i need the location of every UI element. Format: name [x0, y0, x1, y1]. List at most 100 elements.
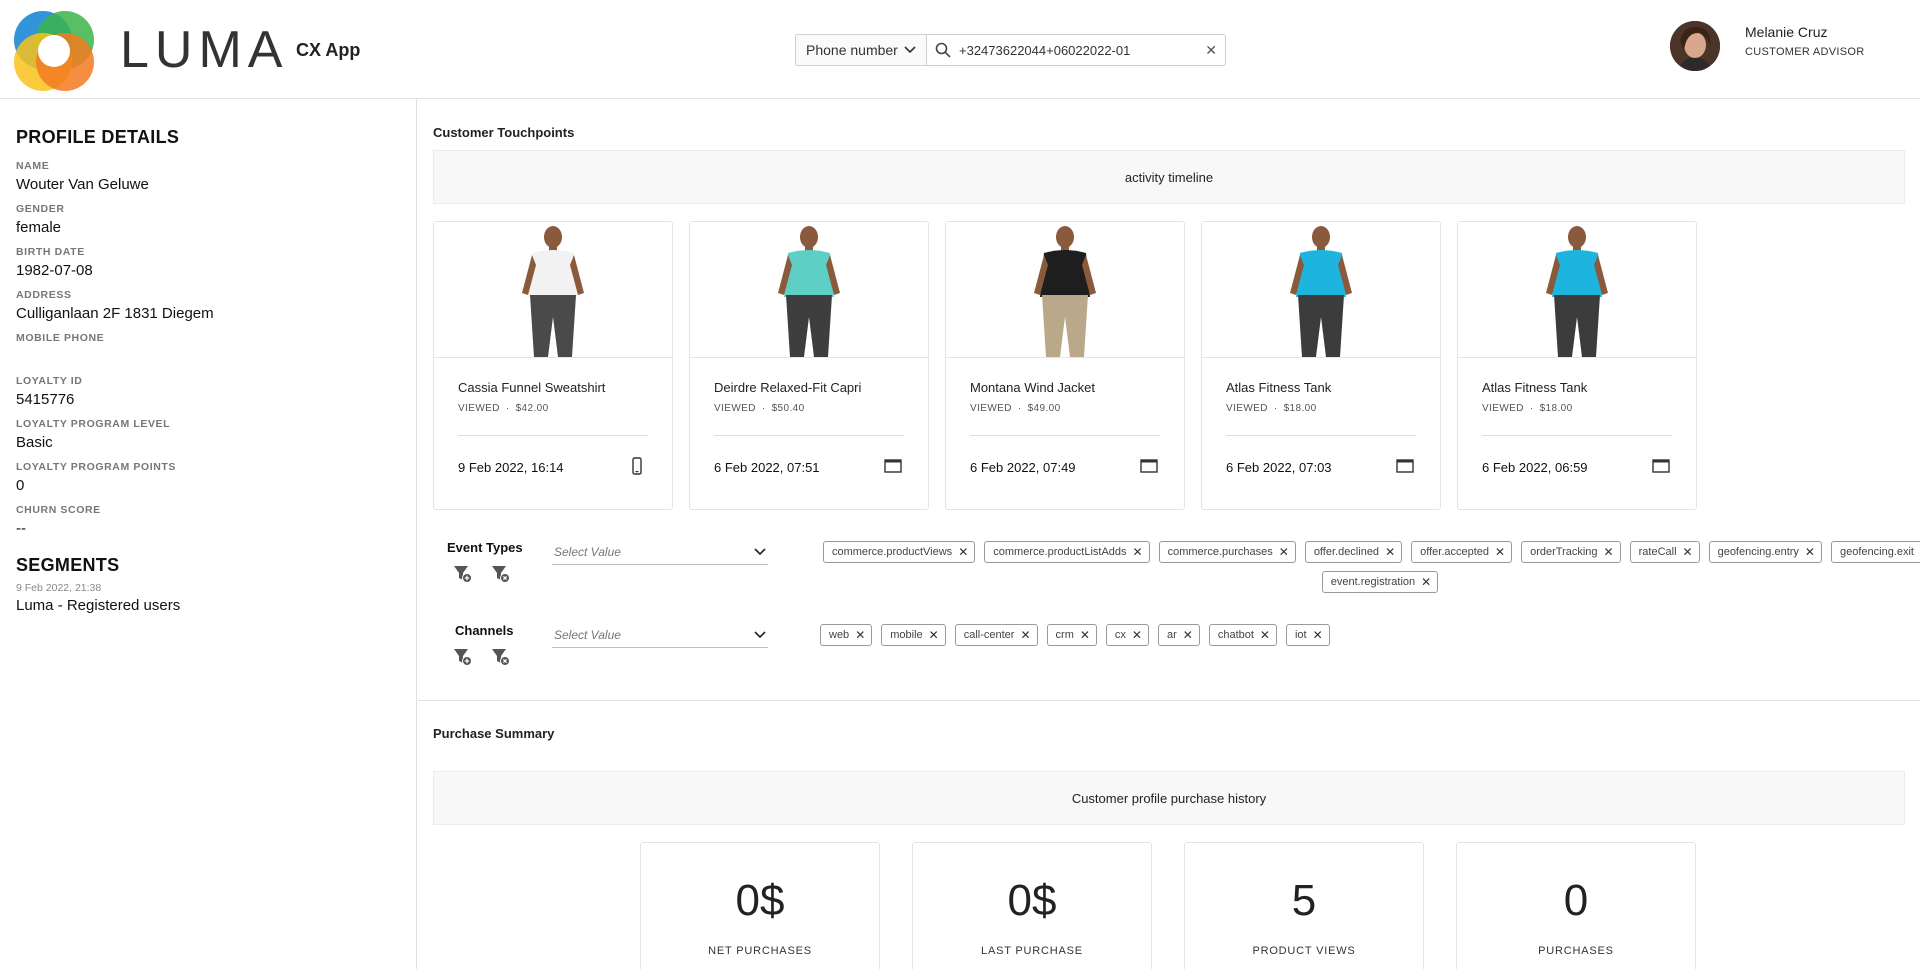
remove-tag-icon[interactable]: ✕	[1133, 545, 1143, 559]
meta-separator: ·	[761, 403, 766, 414]
remove-tag-icon[interactable]: ✕	[1313, 628, 1323, 642]
event-types-select[interactable]: Select Value	[552, 539, 768, 565]
remove-tag-icon[interactable]: ✕	[1683, 545, 1693, 559]
product-meta: VIEWED · $18.00	[1482, 403, 1573, 414]
segment-item: 9 Feb 2022, 21:38 Luma - Registered users	[16, 582, 400, 614]
tag-label: mobile	[890, 629, 923, 641]
filter-tag[interactable]: orderTracking ✕	[1521, 541, 1621, 563]
remove-tag-icon[interactable]: ✕	[1080, 628, 1090, 642]
search-input[interactable]: +32473622044+06022022-01 ✕	[927, 34, 1226, 66]
product-price: $18.00	[1539, 403, 1573, 414]
stat-label: NET PURCHASES	[708, 945, 812, 957]
field-value: 1982-07-08	[16, 262, 93, 279]
product-name: Cassia Funnel Sweatshirt	[458, 380, 606, 395]
touchpoint-card[interactable]: Montana Wind Jacket VIEWED · $49.00 6 Feb 20…	[945, 221, 1185, 510]
desktop-icon	[1652, 459, 1670, 473]
filter-tag[interactable]: ar ✕	[1157, 624, 1200, 646]
product-price: $49.00	[1027, 403, 1061, 414]
stat-label: PRODUCT VIEWS	[1252, 945, 1356, 957]
filter-remove-icon[interactable]	[491, 647, 511, 667]
tag-label: ar	[1166, 629, 1177, 641]
event-action: VIEWED	[970, 403, 1012, 414]
product-name: Atlas Fitness Tank	[1226, 380, 1332, 395]
field-label: ADDRESS	[16, 289, 72, 301]
search-type-select[interactable]: Phone number	[795, 34, 927, 66]
chevron-down-icon	[754, 630, 766, 638]
field-value: Basic	[16, 434, 53, 451]
filter-tag[interactable]: event.registration ✕	[1321, 571, 1439, 593]
event-action: VIEWED	[714, 403, 756, 414]
field-label: CHURN SCORE	[16, 504, 101, 516]
segment-name: Luma - Registered users	[16, 597, 181, 614]
product-image	[522, 226, 584, 357]
remove-tag-icon[interactable]: ✕	[1020, 628, 1030, 642]
desktop-icon	[1140, 459, 1158, 473]
touchpoint-card[interactable]: Deirdre Relaxed-Fit Capri VIEWED · $50.40 6 …	[689, 221, 929, 510]
filter-tag[interactable]: mobile ✕	[881, 624, 946, 646]
remove-tag-icon[interactable]: ✕	[1260, 628, 1270, 642]
product-name: Deirdre Relaxed-Fit Capri	[714, 380, 862, 395]
event-types-filter-actions	[453, 564, 511, 584]
remove-tag-icon[interactable]: ✕	[855, 628, 865, 642]
segment-list: 9 Feb 2022, 21:38 Luma - Registered users	[16, 582, 400, 614]
event-timestamp: 6 Feb 2022, 07:49	[970, 460, 1076, 475]
filter-tag[interactable]: cx ✕	[1105, 624, 1149, 646]
profile-field: ADDRESS Culliganlaan 2F 1831 Diegem	[16, 289, 400, 324]
remove-tag-icon[interactable]: ✕	[1132, 628, 1142, 642]
purchase-summary-title: Purchase Summary	[433, 726, 555, 741]
filter-tag[interactable]: crm ✕	[1046, 624, 1097, 646]
remove-tag-icon[interactable]: ✕	[1805, 545, 1815, 559]
tag-label: orderTracking	[1530, 546, 1598, 558]
filter-tag[interactable]: commerce.purchases ✕	[1158, 541, 1296, 563]
stat-label: PURCHASES	[1538, 945, 1614, 957]
remove-tag-icon[interactable]: ✕	[1385, 545, 1395, 559]
app-name: CX App	[296, 40, 361, 60]
remove-tag-icon[interactable]: ✕	[929, 628, 939, 642]
tag-label: crm	[1055, 629, 1074, 641]
event-timestamp: 9 Feb 2022, 16:14	[458, 460, 564, 475]
tag-label: offer.declined	[1313, 546, 1380, 558]
filter-add-icon[interactable]	[453, 564, 473, 584]
filter-tag[interactable]: commerce.productListAdds ✕	[984, 541, 1150, 563]
avatar[interactable]	[1670, 21, 1720, 71]
remove-tag-icon[interactable]: ✕	[958, 545, 968, 559]
user-name: Melanie Cruz	[1745, 24, 1828, 40]
channels-select[interactable]: Select Value	[552, 622, 768, 648]
touchpoint-card[interactable]: Atlas Fitness Tank VIEWED · $18.00 6 Feb 202…	[1201, 221, 1441, 510]
search-value: +32473622044+06022022-01	[959, 42, 1131, 58]
clear-search-icon[interactable]: ✕	[1205, 42, 1217, 59]
filter-tag[interactable]: rateCall ✕	[1629, 541, 1700, 563]
remove-tag-icon[interactable]: ✕	[1495, 545, 1505, 559]
touchpoint-card[interactable]: Cassia Funnel Sweatshirt VIEWED · $42.00 9 F…	[433, 221, 673, 510]
remove-tag-icon[interactable]: ✕	[1604, 545, 1614, 559]
remove-tag-icon[interactable]: ✕	[1421, 575, 1431, 589]
filter-tag[interactable]: chatbot ✕	[1208, 624, 1277, 646]
card-divider	[458, 435, 648, 436]
filter-tag[interactable]: offer.accepted ✕	[1411, 541, 1513, 563]
tag-label: commerce.productViews	[831, 546, 953, 558]
filter-tag[interactable]: web ✕	[820, 624, 873, 646]
filter-tag[interactable]: geofencing.entry ✕	[1708, 541, 1822, 563]
touchpoint-card[interactable]: Atlas Fitness Tank VIEWED · $18.00 6 Feb 202…	[1457, 221, 1697, 510]
stat-value: 5	[1291, 876, 1317, 925]
field-label: BIRTH DATE	[16, 246, 85, 258]
profile-sidebar: PROFILE DETAILS NAME Wouter Van Geluwe GEN…	[0, 99, 417, 969]
product-image	[778, 226, 840, 357]
segments-title: SEGMENTS	[16, 555, 120, 575]
product-meta: VIEWED · $18.00	[1226, 403, 1317, 414]
filter-tag[interactable]: commerce.productViews ✕	[822, 541, 976, 563]
filter-add-icon[interactable]	[453, 647, 473, 667]
field-label: LOYALTY PROGRAM LEVEL	[16, 418, 171, 430]
filter-tag[interactable]: iot ✕	[1285, 624, 1330, 646]
filter-remove-icon[interactable]	[491, 564, 511, 584]
remove-tag-icon[interactable]: ✕	[1279, 545, 1289, 559]
card-divider	[970, 435, 1160, 436]
remove-tag-icon[interactable]: ✕	[1183, 628, 1193, 642]
segment-date: 9 Feb 2022, 21:38	[16, 582, 102, 594]
filter-tag[interactable]: geofencing.exit✕	[1830, 541, 1920, 563]
profile-field: NAME Wouter Van Geluwe	[16, 160, 400, 195]
luma-logo-icon[interactable]	[12, 9, 96, 93]
filter-tag[interactable]: offer.declined ✕	[1304, 541, 1403, 563]
filter-tag[interactable]: call-center ✕	[954, 624, 1038, 646]
tag-label: event.registration	[1330, 576, 1416, 588]
